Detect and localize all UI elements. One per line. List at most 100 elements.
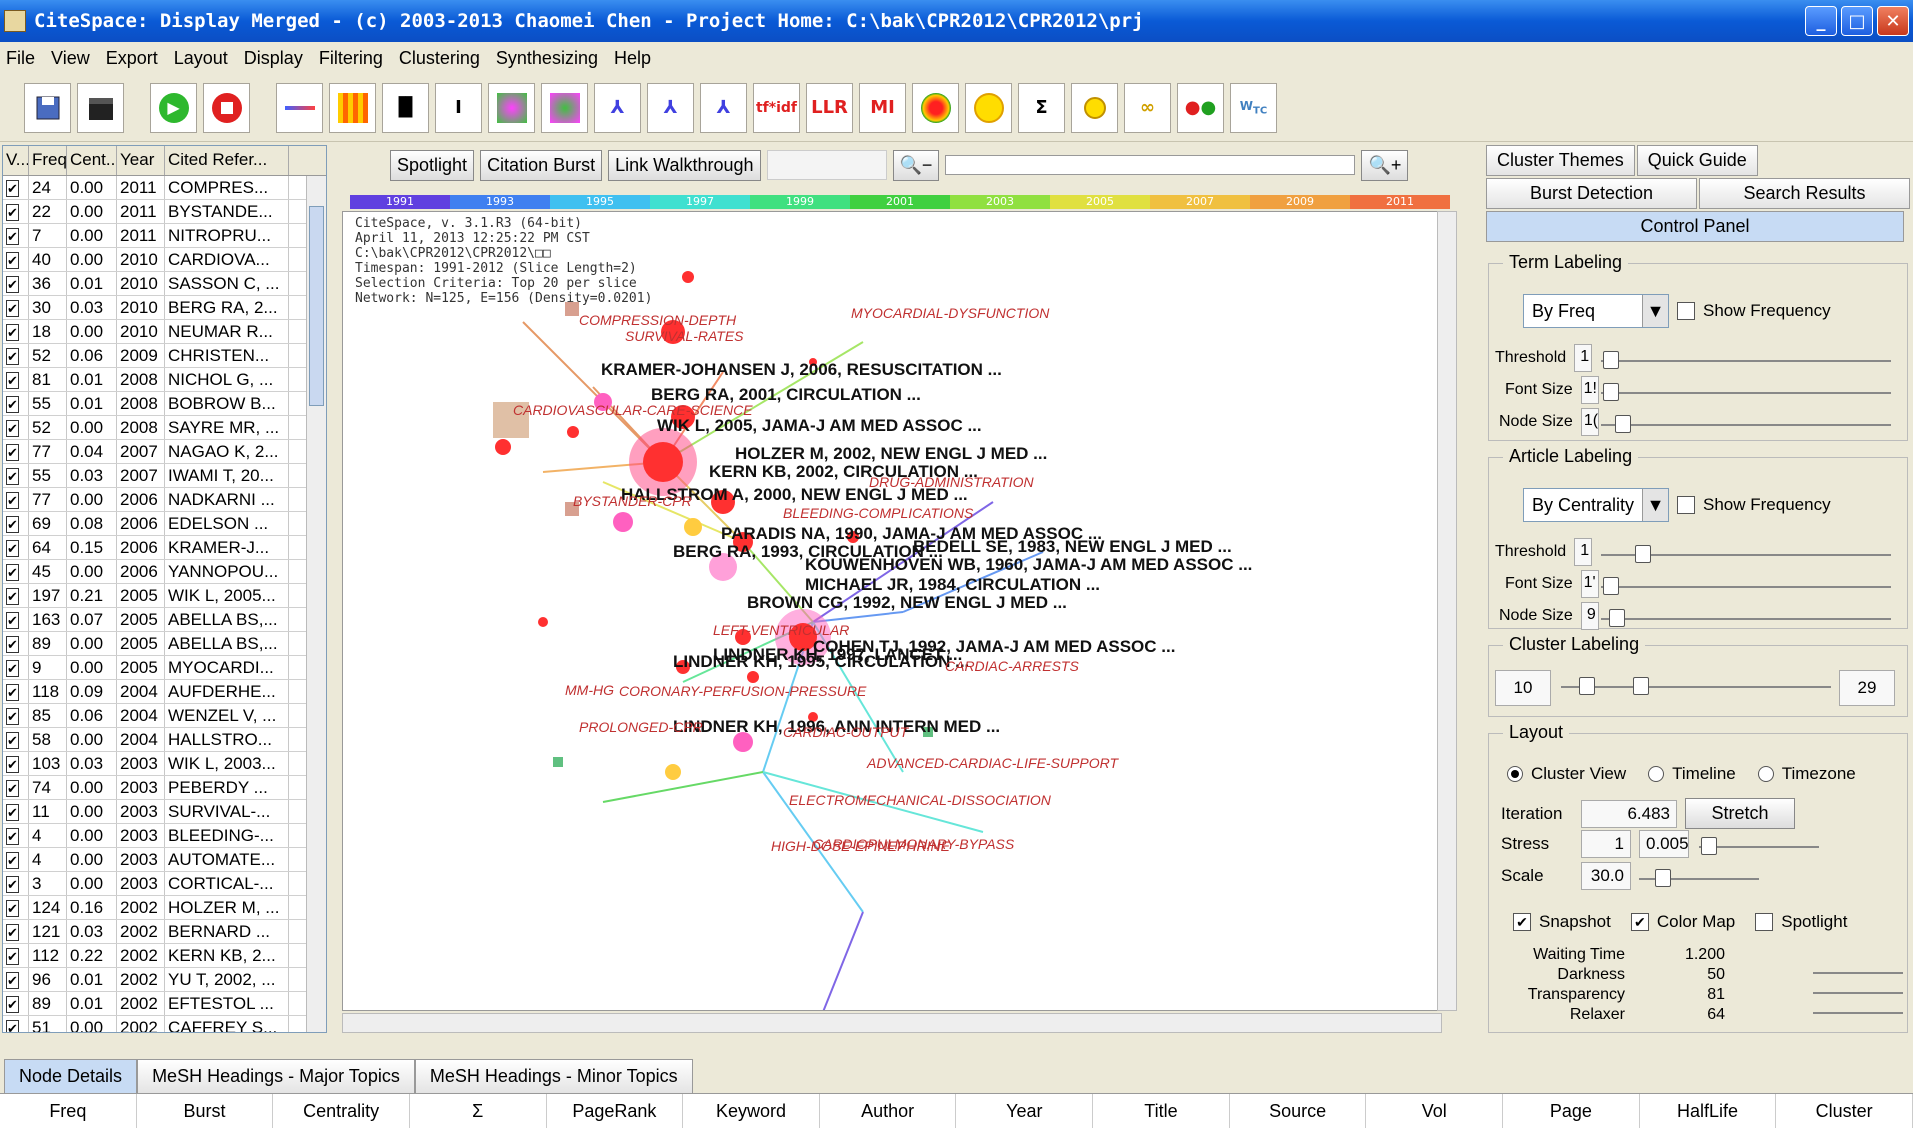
keyword-label[interactable]: CORONARY-PERFUSION-PRESSURE bbox=[619, 683, 866, 699]
col-year[interactable]: Year bbox=[956, 1094, 1094, 1128]
keyword-label[interactable]: BYSTANDER-CPR bbox=[573, 493, 692, 509]
table-row[interactable]: ✔ 77 0.04 2007 NAGAO K, 2... bbox=[3, 440, 326, 464]
cluster-pink-icon[interactable] bbox=[488, 82, 535, 133]
save-icon[interactable] bbox=[24, 82, 71, 133]
keyword-label[interactable]: CARDIOPULMONARY-BYPASS bbox=[813, 836, 1014, 852]
visible-checkbox[interactable]: ✔ bbox=[6, 612, 19, 629]
menu-view[interactable]: View bbox=[51, 48, 90, 69]
table-row[interactable]: ✔ 69 0.08 2006 EDELSON ... bbox=[3, 512, 326, 536]
slider-knob[interactable] bbox=[1633, 677, 1649, 695]
visible-checkbox[interactable]: ✔ bbox=[6, 636, 19, 653]
slider-knob[interactable] bbox=[1655, 869, 1671, 887]
circle-icon[interactable] bbox=[965, 82, 1012, 133]
transparency-field[interactable]: 81 bbox=[1625, 986, 1725, 1006]
tab-cluster-themes[interactable]: Cluster Themes bbox=[1486, 145, 1635, 176]
tab-node-details[interactable]: Node Details bbox=[4, 1059, 138, 1093]
col-centrality[interactable]: Centrality bbox=[273, 1094, 410, 1128]
node-label[interactable]: HOLZER M, 2002, NEW ENGL J MED ... bbox=[735, 444, 1047, 464]
visible-checkbox[interactable]: ✔ bbox=[6, 828, 19, 845]
visible-checkbox[interactable]: ✔ bbox=[6, 996, 19, 1013]
line-icon[interactable] bbox=[276, 82, 323, 133]
col-vol[interactable]: Vol bbox=[1366, 1094, 1504, 1128]
slider-knob[interactable] bbox=[1615, 415, 1631, 433]
visible-checkbox[interactable]: ✔ bbox=[6, 660, 19, 677]
node-label[interactable]: BEDELL SE, 1983, NEW ENGL J MED ... bbox=[913, 537, 1232, 557]
term-threshold-slider[interactable] bbox=[1601, 360, 1891, 362]
col-halflife[interactable]: HalfLife bbox=[1640, 1094, 1777, 1128]
cluster-max-field[interactable]: 29 bbox=[1839, 670, 1895, 706]
col-burst[interactable]: Burst bbox=[137, 1094, 274, 1128]
slider-knob[interactable] bbox=[1603, 351, 1619, 369]
table-row[interactable]: ✔ 81 0.01 2008 NICHOL G, ... bbox=[3, 368, 326, 392]
tab-quick-guide[interactable]: Quick Guide bbox=[1636, 145, 1758, 176]
timeline-radio[interactable] bbox=[1648, 766, 1665, 782]
canvas-horizontal-scrollbar[interactable] bbox=[342, 1013, 1442, 1033]
col-pagerank[interactable]: PageRank bbox=[547, 1094, 684, 1128]
term-labeling-mode-select[interactable]: By Freq ▼ bbox=[1523, 294, 1669, 328]
relaxer-field[interactable]: 64 bbox=[1625, 1006, 1725, 1026]
close-button[interactable]: ✕ bbox=[1877, 6, 1909, 36]
canvas-vertical-scrollbar[interactable] bbox=[1437, 211, 1457, 1011]
slider-knob[interactable] bbox=[1579, 677, 1595, 695]
snapshot-checkbox[interactable]: ✔ bbox=[1513, 913, 1531, 931]
search-box[interactable] bbox=[766, 150, 887, 180]
keyword-label[interactable]: MYOCARDIAL-DYSFUNCTION bbox=[851, 305, 1049, 321]
table-row[interactable]: ✔ 85 0.06 2004 WENZEL V, ... bbox=[3, 704, 326, 728]
stress-field[interactable]: 1 bbox=[1581, 830, 1631, 858]
spotlight-button[interactable]: Spotlight bbox=[390, 149, 475, 181]
visible-checkbox[interactable]: ✔ bbox=[6, 876, 19, 893]
zoom-out-icon[interactable]: 🔍− bbox=[892, 149, 940, 181]
table-row[interactable]: ✔ 18 0.00 2010 NEUMAR R... bbox=[3, 320, 326, 344]
visible-checkbox[interactable]: ✔ bbox=[6, 276, 19, 293]
keyword-label[interactable]: BLEEDING-COMPLICATIONS bbox=[783, 505, 973, 521]
table-row[interactable]: ✔ 121 0.03 2002 BERNARD ... bbox=[3, 920, 326, 944]
menu-export[interactable]: Export bbox=[106, 48, 158, 69]
table-row[interactable]: ✔ 55 0.01 2008 BOBROW B... bbox=[3, 392, 326, 416]
visible-checkbox[interactable]: ✔ bbox=[6, 228, 19, 245]
table-row[interactable]: ✔ 77 0.00 2006 NADKARNI ... bbox=[3, 488, 326, 512]
menu-display[interactable]: Display bbox=[244, 48, 303, 69]
visible-checkbox[interactable]: ✔ bbox=[6, 372, 19, 389]
darkness-slider[interactable] bbox=[1813, 972, 1903, 974]
col-freq[interactable]: Freq bbox=[0, 1094, 137, 1128]
node-label[interactable]: KRAMER-JOHANSEN J, 2006, RESUSCITATION .… bbox=[601, 360, 1002, 380]
darkness-field[interactable]: 50 bbox=[1625, 966, 1725, 986]
timezone-radio[interactable] bbox=[1757, 766, 1774, 782]
tab-burst-detection[interactable]: Burst Detection bbox=[1486, 178, 1697, 209]
table-row[interactable]: ✔ 9 0.00 2005 MYOCARDI... bbox=[3, 656, 326, 680]
table-row[interactable]: ✔ 74 0.00 2003 PEBERDY ... bbox=[3, 776, 326, 800]
tab-control-panel[interactable]: Control Panel bbox=[1486, 211, 1904, 242]
scale-field[interactable]: 30.0 bbox=[1581, 862, 1631, 890]
keyword-label[interactable]: PROLONGED-CPR bbox=[579, 719, 703, 735]
nodes-color-icon[interactable]: ● ● bbox=[1177, 82, 1224, 133]
visible-checkbox[interactable]: ✔ bbox=[6, 180, 19, 197]
col-keyword[interactable]: Keyword bbox=[683, 1094, 820, 1128]
keyword-label[interactable]: CARDIAC-OUTPUT bbox=[783, 724, 908, 740]
node-label[interactable]: MICHAEL JR, 1984, CIRCULATION ... bbox=[805, 575, 1100, 595]
node-label[interactable]: WIK L, 2005, JAMA-J AM MED ASSOC ... bbox=[657, 416, 982, 436]
visible-checkbox[interactable]: ✔ bbox=[6, 852, 19, 869]
visible-checkbox[interactable]: ✔ bbox=[6, 468, 19, 485]
llr-icon[interactable]: LLR bbox=[806, 82, 853, 133]
visible-checkbox[interactable]: ✔ bbox=[6, 780, 19, 797]
transparency-slider[interactable] bbox=[1813, 992, 1903, 994]
menu-clustering[interactable]: Clustering bbox=[399, 48, 480, 69]
article-font-size-slider[interactable] bbox=[1601, 586, 1891, 588]
term-font-size-slider[interactable] bbox=[1601, 392, 1891, 394]
visible-checkbox[interactable]: ✔ bbox=[6, 972, 19, 989]
table-row[interactable]: ✔ 7 0.00 2011 NITROPRU... bbox=[3, 224, 326, 248]
node-label[interactable]: LINDNER KH, 1997, LANCET ... bbox=[713, 645, 962, 665]
visible-checkbox[interactable]: ✔ bbox=[6, 324, 19, 341]
tree-blue-icon[interactable]: ⅄ bbox=[647, 82, 694, 133]
cluster-green-icon[interactable] bbox=[541, 82, 588, 133]
table-scrollbar[interactable] bbox=[306, 176, 326, 1032]
visible-checkbox[interactable]: ✔ bbox=[6, 492, 19, 509]
menu-layout[interactable]: Layout bbox=[174, 48, 228, 69]
visible-checkbox[interactable]: ✔ bbox=[6, 396, 19, 413]
table-row[interactable]: ✔ 52 0.00 2008 SAYRE MR, ... bbox=[3, 416, 326, 440]
tree-green-icon[interactable]: ⅄ bbox=[700, 82, 747, 133]
article-labeling-mode-select[interactable]: By Centrality ▼ bbox=[1523, 488, 1669, 522]
visible-checkbox[interactable]: ✔ bbox=[6, 756, 19, 773]
visible-checkbox[interactable]: ✔ bbox=[6, 444, 19, 461]
play-icon[interactable]: ▶ bbox=[150, 82, 197, 133]
